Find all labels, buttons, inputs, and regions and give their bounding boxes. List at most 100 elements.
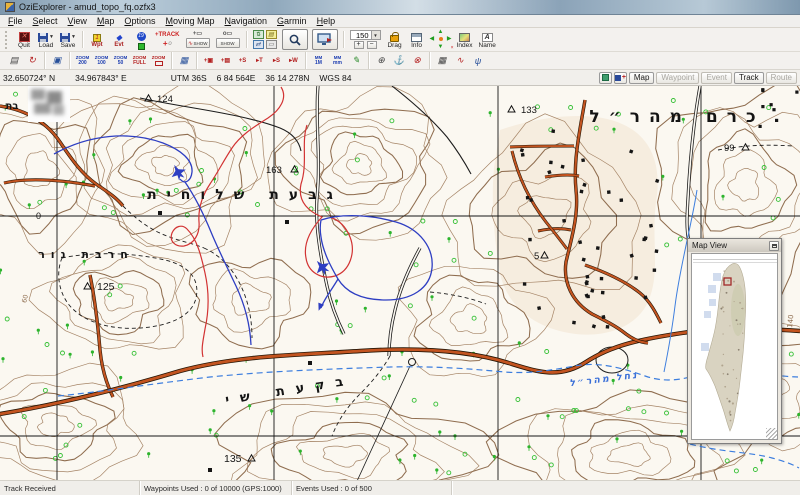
moving-map-mm-button[interactable]: MM mm	[329, 53, 346, 68]
drag-button[interactable]: Drag	[384, 28, 406, 51]
pan-close-icon[interactable]: ×	[451, 45, 454, 51]
pencil-icon: ✎	[352, 55, 360, 65]
lock-icon	[390, 32, 400, 42]
screen-capture-button[interactable]	[311, 29, 338, 50]
anchor-button[interactable]: ⚓	[391, 53, 407, 68]
zoom-in-button[interactable]: +	[353, 41, 364, 49]
latitude-readout: 32.650724° N	[3, 72, 56, 83]
gps-upload-wpt-button[interactable]: +▣	[201, 53, 216, 68]
app-window: OziExplorer - amud_topo_fq.ozfx3 File Se…	[0, 0, 800, 495]
map-view-overview[interactable]	[691, 253, 778, 440]
show-track-button[interactable]: +▭ ∿ SHOW	[183, 28, 213, 51]
mode-track-button[interactable]: Track	[733, 71, 764, 84]
green-grid-icon	[601, 74, 609, 81]
israel-overview-map	[693, 259, 777, 432]
pan-center-icon[interactable]	[438, 37, 443, 41]
gps-download-wpt-button[interactable]: ▸W	[286, 53, 301, 68]
menu-bar: File Select View Map Options Moving Map …	[0, 15, 800, 28]
magnify-button[interactable]	[281, 29, 308, 50]
resize-grip[interactable]	[766, 428, 777, 439]
moving-map-1m-button[interactable]: MM 1M	[310, 53, 327, 68]
window-icon: ▣	[52, 55, 62, 65]
mode-waypoint-button[interactable]: Waypoint	[656, 71, 700, 84]
pages-icon: ▤	[265, 30, 277, 39]
load-button[interactable]: ▼ Load	[35, 28, 57, 51]
save-button[interactable]: ▼ Save	[57, 28, 79, 51]
grid-config-button[interactable]: ▦	[434, 53, 450, 68]
zoom-200-button[interactable]: ZOOM 200	[74, 53, 91, 68]
save-position-button[interactable]: +	[613, 71, 627, 84]
menu-select[interactable]: Select	[28, 16, 63, 26]
event-tool-button[interactable]: ◆ Evt	[108, 28, 130, 51]
name-button[interactable]: A Name	[476, 28, 499, 51]
map-view-maximize-button[interactable]	[769, 240, 779, 251]
file-tools-cluster[interactable]: ⇅ ⇄ ▤ ▭	[250, 28, 280, 51]
map-canvas[interactable]: גבעת שלוחית כרם מהר״ל חרבת נור בקעת שי נ…	[0, 86, 800, 480]
toolbar-secondary: ▤ ↻ ▣ ZOOM 200 ZOOM 100 ZOOM 50 ZOOM FULL ZO…	[0, 52, 800, 70]
mode-map-button[interactable]: Map	[628, 71, 655, 84]
load-disk-icon	[38, 33, 49, 42]
screen-icon	[316, 33, 332, 45]
menu-garmin[interactable]: Garmin	[272, 16, 312, 26]
pan-left-icon[interactable]: ◀	[430, 36, 435, 42]
menu-moving-map[interactable]: Moving Map	[160, 16, 219, 26]
print-button[interactable]: ▤	[6, 53, 22, 68]
app-icon	[5, 2, 15, 12]
zoom-level-combo[interactable]: 150 ▼ + −	[347, 30, 384, 49]
separator	[171, 52, 172, 69]
quit-button[interactable]: ✕ Quit	[13, 28, 35, 51]
index-label: Index	[456, 42, 473, 49]
gps-upload-route-button[interactable]: +S	[235, 53, 250, 68]
menu-view[interactable]: View	[63, 16, 92, 26]
map-view-titlebar[interactable]: Map View	[688, 239, 781, 252]
stop-gps-button[interactable]: ⊗	[409, 53, 425, 68]
pan-up-icon[interactable]: ▲	[438, 29, 444, 35]
magnifier-icon	[289, 34, 301, 46]
wheel-icon: ⊗	[413, 55, 421, 65]
position-button[interactable]: ⊕	[373, 53, 389, 68]
grid-label-0: 0	[36, 211, 41, 221]
mode-route-button[interactable]: Route	[765, 71, 797, 84]
utm-easting-readout: 6 84 564E	[216, 72, 256, 83]
dual-screen-button[interactable]: ▦	[176, 53, 192, 68]
profile-button[interactable]: ∿	[452, 53, 468, 68]
index-button[interactable]: Index	[454, 28, 476, 51]
zoom-full-button[interactable]: ZOOM FULL	[131, 53, 148, 68]
pan-down-icon[interactable]: ▼	[438, 44, 444, 50]
show-waypoints-button[interactable]: o▭ SHOW	[213, 28, 243, 51]
gps-download-track-button[interactable]: ▸T	[252, 53, 267, 68]
drag-label: Drag	[387, 42, 402, 49]
zoom-out-button[interactable]: −	[366, 41, 377, 49]
mode-event-button[interactable]: Event	[701, 71, 732, 84]
zoom-level-value[interactable]: 150	[349, 30, 372, 40]
map-grid-toggle-button[interactable]	[598, 71, 612, 84]
utm-northing-readout: 36 14 278N	[265, 72, 310, 83]
antenna-button[interactable]: ψ	[470, 53, 486, 68]
track-mark: +▭	[192, 31, 203, 37]
zoom-50-button[interactable]: ZOOM 50	[112, 53, 129, 68]
info-button[interactable]: Info	[406, 28, 428, 51]
wpt-mark: o▭	[222, 31, 233, 37]
waypoint-tool-button[interactable]: 1 Wpt	[86, 28, 108, 51]
track-edit-button[interactable]: ✎	[348, 53, 364, 68]
zoom-dropdown-icon[interactable]: ▼	[371, 30, 381, 40]
add-track-button[interactable]: +TRACK + o	[152, 28, 183, 51]
toolbar-grip[interactable]	[5, 30, 10, 49]
map-view-window[interactable]: Map View	[687, 238, 782, 444]
pan-right-icon[interactable]: ▶	[447, 36, 452, 42]
zoom-window-button[interactable]: ZOOM	[150, 53, 167, 68]
pan-arrows-pad[interactable]: ▲ ▼ ◀ ▶ ×	[428, 28, 454, 51]
gps-download-route-button[interactable]: ▸S	[269, 53, 284, 68]
rotate-button[interactable]: ↻	[24, 53, 40, 68]
menu-help[interactable]: Help	[312, 16, 341, 26]
label-khirbat-nur: חרבת נור	[38, 248, 134, 261]
zoom-100-button[interactable]: ZOOM 100	[93, 53, 110, 68]
gps-upload-track-button[interactable]: +▤	[218, 53, 233, 68]
menu-navigation[interactable]: Navigation	[220, 16, 273, 26]
menu-options[interactable]: Options	[119, 16, 160, 26]
point-count-button[interactable]: 19	[130, 28, 152, 51]
new-window-button[interactable]: ▣	[49, 53, 65, 68]
menu-map[interactable]: Map	[92, 16, 120, 26]
quit-icon: ✕	[18, 32, 30, 42]
menu-file[interactable]: File	[3, 16, 28, 26]
